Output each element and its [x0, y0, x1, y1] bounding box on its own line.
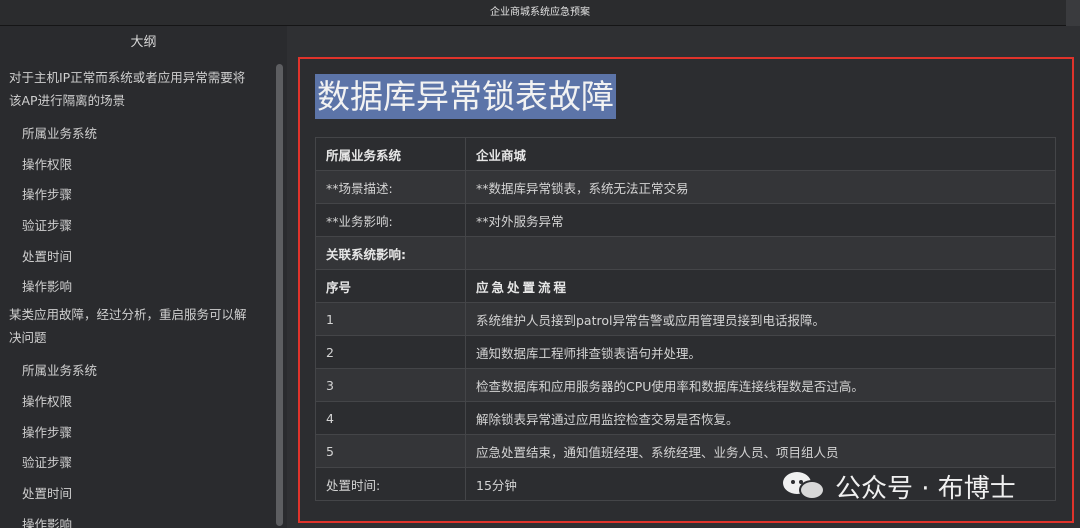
table-row: 4 解除锁表异常通过应用监控检查交易是否恢复。: [315, 401, 1056, 435]
table-cell[interactable]: **对外服务异常: [465, 203, 1056, 237]
table-cell[interactable]: 通知数据库工程师排查锁表语句并处理。: [465, 335, 1056, 369]
sidebar-scrollbar-thumb[interactable]: [276, 64, 283, 526]
table-cell[interactable]: 应急处置结束，通知值班经理、系统经理、业务人员、项目组人员: [465, 434, 1056, 468]
table-row: 所属业务系统 企业商城: [315, 137, 1056, 171]
table-cell[interactable]: 系统维护人员接到patrol异常告警或应用管理员接到电话报障。: [465, 302, 1056, 336]
table-row: 5 应急处置结束，通知值班经理、系统经理、业务人员、项目组人员: [315, 434, 1056, 468]
table-cell[interactable]: 5: [315, 434, 466, 468]
table-row: **场景描述: **数据库异常锁表，系统无法正常交易: [315, 170, 1056, 204]
table-cell[interactable]: **场景描述:: [315, 170, 466, 204]
outline-item[interactable]: 操作影响: [0, 272, 270, 303]
outline-item[interactable]: 某类应用故障，经过分析，重启服务可以解决问题: [0, 303, 270, 349]
table-cell[interactable]: 检查数据库和应用服务器的CPU使用率和数据库连接线程数是否过高。: [465, 368, 1056, 402]
outline-list: 对于主机IP正常而系统或者应用异常需要将该AP进行隔离的场景 所属业务系统 操作…: [0, 66, 270, 528]
watermark-text: 公众号 · 布博士: [835, 473, 1016, 504]
table-cell[interactable]: 4: [315, 401, 466, 435]
document-pane: 数据库异常锁表故障 所属业务系统 企业商城 **场景描述: **数据库异常锁表，…: [287, 26, 1080, 528]
table-cell[interactable]: **数据库异常锁表，系统无法正常交易: [465, 170, 1056, 204]
table-cell[interactable]: 2: [315, 335, 466, 369]
table-cell[interactable]: 1: [315, 302, 466, 336]
table-cell[interactable]: 3: [315, 368, 466, 402]
window-titlebar: 企业商城系统应急预案: [0, 0, 1080, 26]
table-cell[interactable]: 关联系统影响:: [315, 236, 466, 270]
window-title: 企业商城系统应急预案: [490, 7, 590, 18]
highlight-frame: 数据库异常锁表故障 所属业务系统 企业商城 **场景描述: **数据库异常锁表，…: [298, 57, 1074, 523]
outline-item[interactable]: 操作权限: [0, 150, 270, 181]
outline-item[interactable]: 对于主机IP正常而系统或者应用异常需要将该AP进行隔离的场景: [0, 66, 270, 112]
outline-item[interactable]: 所属业务系统: [0, 356, 270, 387]
table-cell[interactable]: [465, 236, 1056, 270]
window-edge: [1066, 0, 1080, 26]
wechat-icon: [783, 469, 827, 503]
table-cell[interactable]: 企业商城: [465, 137, 1056, 171]
outline-item[interactable]: 验证步骤: [0, 211, 270, 242]
table-cell[interactable]: 处置时间:: [315, 467, 466, 501]
table-row: 关联系统影响:: [315, 236, 1056, 270]
table-cell[interactable]: 应急处置流程: [465, 269, 1056, 303]
table-cell[interactable]: 所属业务系统: [315, 137, 466, 171]
table-row: **业务影响: **对外服务异常: [315, 203, 1056, 237]
outline-item[interactable]: 操作步骤: [0, 180, 270, 211]
table-row: 1 系统维护人员接到patrol异常告警或应用管理员接到电话报障。: [315, 302, 1056, 336]
outline-item[interactable]: 处置时间: [0, 242, 270, 273]
table-cell[interactable]: 解除锁表异常通过应用监控检查交易是否恢复。: [465, 401, 1056, 435]
document-title[interactable]: 数据库异常锁表故障: [315, 74, 616, 119]
sidebar-title: 大纲: [130, 35, 157, 50]
table-cell[interactable]: **业务影响:: [315, 203, 466, 237]
watermark: 公众号 · 布博士: [783, 466, 1016, 506]
outline-item[interactable]: 操作影响: [0, 510, 270, 528]
table-row: 3 检查数据库和应用服务器的CPU使用率和数据库连接线程数是否过高。: [315, 368, 1056, 402]
outline-sidebar: 大纲 对于主机IP正常而系统或者应用异常需要将该AP进行隔离的场景 所属业务系统…: [0, 26, 287, 528]
plan-table: 所属业务系统 企业商城 **场景描述: **数据库异常锁表，系统无法正常交易 *…: [315, 137, 1056, 501]
outline-item[interactable]: 验证步骤: [0, 448, 270, 479]
table-row: 2 通知数据库工程师排查锁表语句并处理。: [315, 335, 1056, 369]
table-row: 序号 应急处置流程: [315, 269, 1056, 303]
table-cell[interactable]: 序号: [315, 269, 466, 303]
outline-item[interactable]: 操作权限: [0, 387, 270, 418]
outline-item[interactable]: 处置时间: [0, 479, 270, 510]
outline-item[interactable]: 操作步骤: [0, 418, 270, 449]
outline-item[interactable]: 所属业务系统: [0, 119, 270, 150]
